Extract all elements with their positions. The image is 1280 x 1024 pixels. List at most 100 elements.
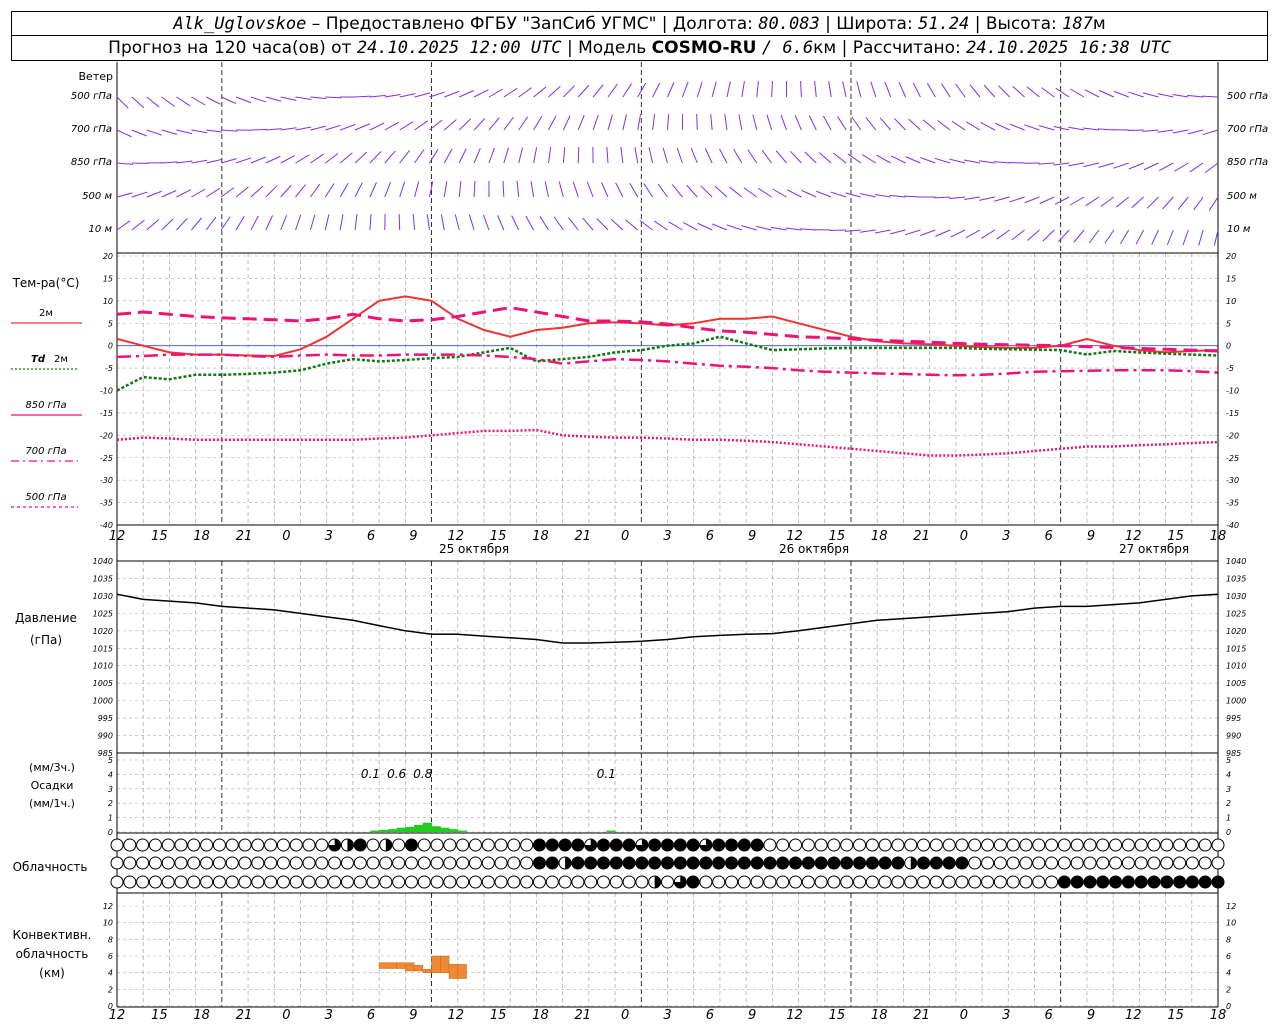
wind-barb [205, 216, 217, 231]
cloud-symbol [776, 856, 790, 870]
wind-barb [502, 180, 505, 198]
wind-barb [842, 81, 847, 98]
wind-barb [1146, 196, 1159, 209]
cloud-symbol [1070, 838, 1084, 852]
pressure-tick-left: 1015 [93, 644, 113, 653]
cloud-symbol [609, 875, 623, 889]
wind-barb [1151, 229, 1159, 245]
wind-barb [741, 225, 757, 231]
cloud-symbol [1096, 856, 1110, 870]
conv-tick-right: 8 [1226, 935, 1231, 944]
wind-barb [697, 222, 713, 231]
cloud-symbol [891, 875, 905, 889]
cloud-symbol [1211, 856, 1225, 870]
wind-barb [295, 96, 312, 100]
wind-level-500hpa: 500 гПа [71, 91, 112, 102]
wind-barb [354, 123, 370, 131]
time-tick-label-bottom: 12 [1125, 1008, 1142, 1023]
wind-barb [473, 117, 486, 131]
wind-barb [1073, 229, 1085, 243]
wind-barb [582, 217, 594, 231]
cloud-symbol [392, 875, 406, 889]
wind-barb [1008, 161, 1025, 164]
cloud-symbol [609, 838, 623, 852]
wind-barb [941, 83, 951, 98]
temp-tick-left: -30 [100, 476, 113, 485]
wind-barb [548, 85, 561, 98]
wind-barb [1159, 162, 1174, 171]
temp-tick-left: -5 [105, 364, 113, 373]
wind-barb [399, 93, 416, 98]
wind-barb [625, 219, 639, 231]
wind-barb [458, 90, 475, 98]
wind-barb [518, 87, 532, 98]
cloud-half [347, 839, 354, 851]
wind-barb [964, 196, 981, 200]
wind-barb [577, 114, 585, 131]
cloud-symbol [661, 838, 674, 852]
legend-850-label: 850 гПа [25, 400, 66, 411]
time-tick-label-bottom: 18 [1210, 1008, 1227, 1023]
wind-barb [354, 151, 368, 164]
wind-barb [1068, 126, 1085, 131]
temp-tick-left: -35 [100, 499, 113, 508]
precip-bar [414, 824, 424, 832]
cloud-symbol [1198, 838, 1212, 852]
wind-barb [851, 116, 862, 131]
wind-barb [993, 161, 1010, 164]
time-tick-label: 21 [575, 529, 592, 544]
cloud-symbol [225, 856, 239, 870]
wind-barb [116, 129, 132, 138]
cloud-symbol [725, 838, 739, 852]
cloud-symbol [1185, 856, 1199, 870]
wind-barb [440, 214, 445, 231]
conv-title-1: Конвективн. [13, 928, 92, 942]
cloud-symbol [917, 838, 931, 852]
cloud-symbol [417, 838, 431, 852]
precip-bar [405, 826, 415, 832]
wind-barb [412, 214, 416, 231]
cloud-symbol [481, 856, 495, 870]
cloud-symbol [1083, 875, 1097, 889]
wind-barb [1177, 196, 1189, 210]
wind-barb [865, 117, 877, 131]
cloud-symbol [968, 856, 982, 870]
cloud-symbol [789, 856, 803, 870]
conv-tick-left: 6 [108, 952, 113, 961]
precip-bar [449, 829, 459, 832]
cloud-symbol [1019, 856, 1033, 870]
cloud-symbol [545, 838, 559, 852]
cloud-symbol [596, 838, 610, 852]
wind-barb [606, 147, 609, 164]
wind-barb [772, 188, 787, 198]
pressure-title: Давление [15, 611, 77, 625]
time-tick-label-bottom: 3 [663, 1008, 671, 1023]
wind-barb [714, 185, 728, 198]
wind-barb [622, 83, 632, 98]
wind-barb [567, 217, 579, 231]
wind-barb [295, 214, 302, 231]
precip-bar [606, 830, 616, 832]
time-tick-label-bottom: 9 [409, 1008, 417, 1023]
wind-barb [884, 81, 892, 98]
wind-barb [860, 193, 876, 198]
wind-barb [978, 160, 995, 164]
temp-tick-right: -5 [1226, 364, 1234, 373]
wind-barb [497, 215, 505, 231]
wind-barb [369, 122, 385, 131]
conv-tick-left: 0 [108, 1002, 113, 1011]
cloud-symbol [1211, 875, 1225, 889]
wind-barb [1162, 196, 1174, 210]
time-tick-label: 21 [913, 529, 930, 544]
wind-barb [681, 81, 689, 98]
temp-tick-right: -35 [1226, 499, 1239, 508]
precip-tick-right: 1 [1226, 814, 1231, 823]
cloud-symbol [725, 875, 739, 889]
wind-barb [116, 192, 133, 198]
wind-barb [369, 182, 377, 198]
cloud-symbol [955, 838, 969, 852]
time-tick-label: 15 [151, 529, 168, 544]
wind-barb [912, 82, 921, 98]
cloud-symbol [661, 875, 674, 889]
cloud-symbol [929, 856, 943, 870]
